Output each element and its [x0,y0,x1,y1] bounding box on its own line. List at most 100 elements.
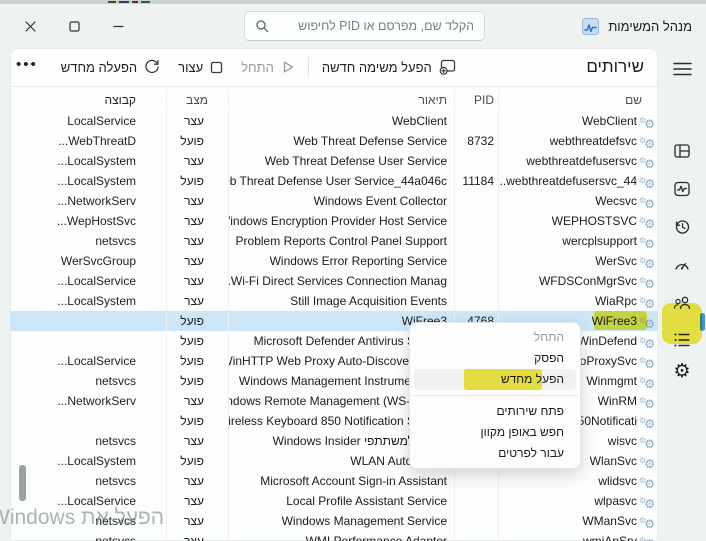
service-status-cell: עצר [166,111,228,131]
search-icon [255,19,269,33]
service-name-cell: ⚙⚙‎...webthreatdefusersvc_44 [498,171,658,191]
service-cog-icon: ⚙⚙ [639,154,655,169]
service-description-cell: Problem Reports Control Panel Support [228,231,454,251]
service-status-cell: פועל [166,371,228,391]
service-pid-cell [454,471,498,491]
service-description-cell: Web Threat Defense User Service [228,151,454,171]
service-name-cell: ⚙⚙wercplsupport [498,231,658,251]
service-pid-cell [454,531,498,541]
column-header-pid[interactable]: PID [454,90,498,110]
context-menu-item-start[interactable]: התחל [414,327,576,348]
sidebar-item-app-history[interactable] [663,210,701,244]
table-row[interactable]: ⚙⚙WEPHOSTSVC Windows Encryption Provider … [10,211,658,231]
service-name-cell: ⚙⚙webthreatdefusersvc [498,151,658,171]
service-description-cell: WebClient [228,111,454,131]
run-new-task-button[interactable]: הפעל משימה חדשה [313,54,465,80]
service-group-cell: netsvcs [26,531,166,541]
table-row[interactable]: ⚙⚙WiaRpcStill Image Acquisition Eventsעצ… [10,291,658,311]
column-header-name[interactable]: שם [498,90,658,110]
navigation-menu-button[interactable] [663,52,701,86]
service-cog-icon: ⚙⚙ [639,274,655,289]
table-row[interactable]: ⚙⚙wmiApSrvWMI Performance Adapterעצרnets… [10,531,658,541]
table-header: שם PID תיאור מצב קבוצה [10,88,658,111]
table-row[interactable]: ⚙⚙WebClientWebClientעצרLocalService [10,111,658,131]
table-row[interactable]: ⚙⚙WManSvcWindows Management Serviceעצרne… [10,511,658,531]
service-status-cell: עצר [166,511,228,531]
restart-service-button[interactable]: הפעלה מחדש [52,54,169,80]
service-status-cell: פועל [166,131,228,151]
start-service-button[interactable]: התחל [232,55,304,80]
service-status-cell: עצר [166,491,228,511]
table-row[interactable]: ⚙⚙webthreatdefsvc8732Web Threat Defense … [10,131,658,151]
context-menu-item-search-online[interactable]: חפש באופן מקוון [414,422,576,443]
vertical-scrollbar-thumb[interactable] [19,465,26,501]
sidebar-item-processes[interactable] [663,134,701,168]
page-title: שירותים [586,57,644,77]
play-icon [281,60,295,74]
column-header-description[interactable]: תיאור [228,90,454,110]
sidebar-item-services[interactable]: ⚙ [663,354,701,388]
service-cog-icon: ⚙⚙ [639,494,655,509]
service-description-cell: Local Profile Assistant Service [228,491,454,511]
context-menu-item-go-to-details[interactable]: עבור לפרטים [414,443,576,464]
new-task-icon [439,59,456,75]
context-menu-item-open-services[interactable]: פתח שירותים [414,401,576,422]
service-status-cell: פועל [166,411,228,431]
sidebar-item-performance[interactable] [663,172,701,206]
service-group-cell: netsvcs [26,231,166,251]
titlebar: הקלד שם, מפרסם או PID לחיפוש מנהל המשימו… [0,4,706,48]
navigation-sidebar: ⚙ ⚙ [658,48,706,541]
service-status-cell: עצר [166,191,228,211]
table-row[interactable]: ⚙⚙wlidsvcMicrosoft Account Sign-in Assis… [10,471,658,491]
service-description-cell: Microsoft Account Sign-in Assistant [228,471,454,491]
service-name-cell: ⚙⚙WerSvc [498,251,658,271]
service-status-cell: פועל [166,171,228,191]
details-list-icon [673,332,691,348]
service-cog-icon: ⚙⚙ [639,474,655,489]
service-group-cell: WerSvcGroup [26,251,166,271]
service-name-cell: ⚙⚙WEPHOSTSVC [498,211,658,231]
stop-service-button[interactable]: עצור [169,55,232,80]
service-group-cell: ‎...LocalSystem [26,171,166,191]
service-cog-icon: ⚙⚙ [639,174,655,189]
service-description-cell: Still Image Acquisition Events [228,291,454,311]
table-row[interactable]: ⚙⚙wlpasvc Local Profile Assistant Service… [10,491,658,511]
table-row[interactable]: ⚙⚙wercplsupport Problem Reports Control P… [10,231,658,251]
service-description-cell: Windows Encryption Provider Host Service [228,211,454,231]
service-name-cell: ⚙⚙wlpasvc [498,491,658,511]
app-history-icon [673,218,691,236]
context-menu-item-restart[interactable]: הפעל מחדש [414,369,576,390]
service-cog-icon: ⚙⚙ [639,334,655,349]
service-name-cell: ⚙⚙webthreatdefsvc [498,131,658,151]
service-group-cell: ‎...LocalSystem [26,151,166,171]
close-button[interactable] [8,4,52,48]
service-group-cell: netsvcs [26,471,166,491]
table-row[interactable]: ⚙⚙WerSvcWindows Error Reporting Serviceע… [10,251,658,271]
service-status-cell: פועל [166,351,228,371]
more-options-button[interactable]: ••• [16,56,52,79]
table-row[interactable]: ⚙⚙WFDSConMgrSvc‎...Wi-Fi Direct Services… [10,271,658,291]
task-manager-logo-icon [582,18,599,35]
column-header-status[interactable]: מצב [166,90,228,110]
service-group-cell [26,311,166,331]
sidebar-item-startup-apps[interactable] [663,248,701,282]
search-input[interactable]: הקלד שם, מפרסם או PID לחיפוש [244,11,485,41]
services-gear-icon: ⚙ [673,362,690,381]
sidebar-item-details[interactable] [663,323,701,357]
service-group-cell [26,411,166,431]
table-row[interactable]: ⚙⚙‎...webthreatdefusersvc_4411184Web Thr… [10,171,658,191]
sidebar-item-users[interactable] [663,286,701,320]
service-cog-icon: ⚙⚙ [639,314,655,329]
service-pid-cell: 8732 [454,131,498,151]
service-group-cell: ‎...WepHostSvc [26,211,166,231]
context-menu-item-stop[interactable]: הפסק [414,348,576,369]
service-description-cell: Windows Error Reporting Service [228,251,454,271]
window-controls [8,4,140,48]
service-group-cell: ‎...NetworkServ [26,191,166,211]
minimize-button[interactable] [96,4,140,48]
column-header-group[interactable]: קבוצה [26,90,166,110]
table-row[interactable]: ⚙⚙WecsvcWindows Event Collectorעצר‎...Ne… [10,191,658,211]
service-cog-icon: ⚙⚙ [639,114,655,129]
maximize-button[interactable] [52,4,96,48]
table-row[interactable]: ⚙⚙webthreatdefusersvc Web Threat Defense … [10,151,658,171]
